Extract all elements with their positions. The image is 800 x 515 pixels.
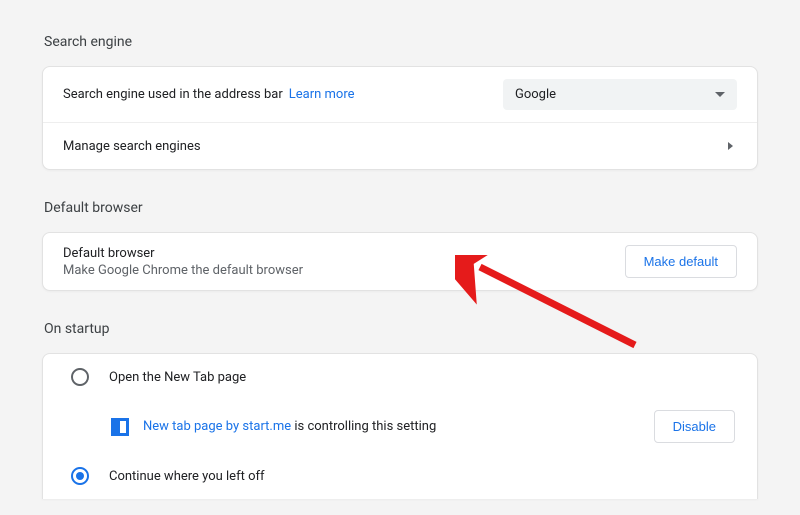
sub-default-browser: Make Google Chrome the default browser [63,263,303,278]
radio-new-tab[interactable] [71,368,89,386]
link-extension-name[interactable]: New tab page by start.me [143,419,291,434]
disable-button[interactable]: Disable [654,410,735,443]
section-title-search-engine: Search engine [44,34,758,50]
select-search-engine-value: Google [515,87,556,102]
select-search-engine[interactable]: Google [503,79,737,110]
label-manage-search-engines: Manage search engines [63,139,201,154]
make-default-button[interactable]: Make default [625,245,737,278]
card-search-engine: Search engine used in the address bar Le… [42,66,758,170]
option-new-tab[interactable]: Open the New Tab page [43,354,757,400]
label-search-engine: Search engine used in the address bar [63,87,283,102]
row-manage-search-engines[interactable]: Manage search engines [43,122,757,169]
dropdown-triangle-icon [715,92,725,97]
row-search-engine-select: Search engine used in the address bar Le… [43,67,757,122]
link-learn-more[interactable]: Learn more [289,87,355,102]
option-continue[interactable]: Continue where you left off [43,453,757,499]
card-on-startup: Open the New Tab page New tab page by st… [42,353,758,499]
chevron-right-icon [728,142,733,150]
row-extension-controls: New tab page by start.me is controlling … [43,400,757,453]
label-default-browser: Default browser [63,246,303,261]
section-title-default-browser: Default browser [44,200,758,216]
radio-continue[interactable] [71,467,89,485]
card-default-browser: Default browser Make Google Chrome the d… [42,232,758,291]
label-option-continue: Continue where you left off [109,469,265,484]
startme-icon [111,418,129,436]
label-option-new-tab: Open the New Tab page [109,370,246,385]
label-extension-suffix: is controlling this setting [291,419,436,434]
section-title-on-startup: On startup [44,321,758,337]
row-default-browser: Default browser Make Google Chrome the d… [43,233,757,290]
